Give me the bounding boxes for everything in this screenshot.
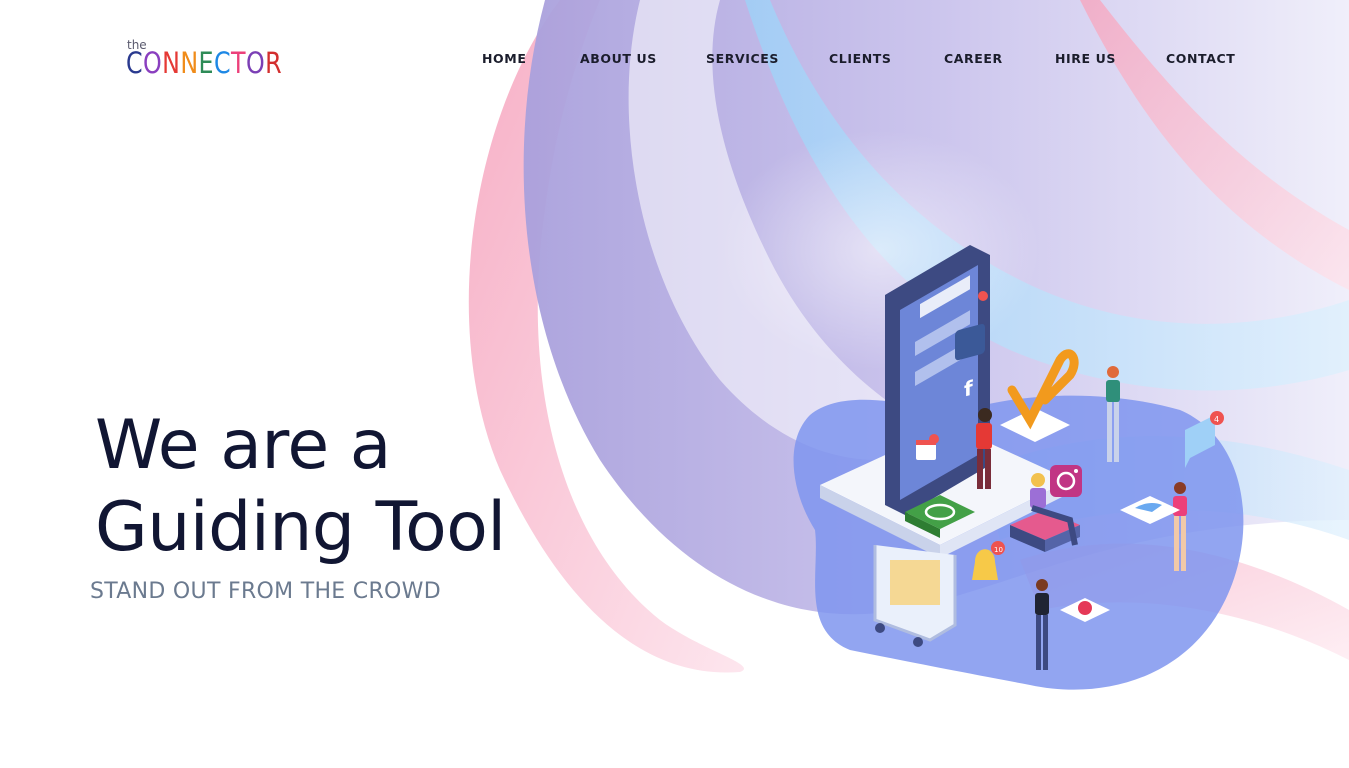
logo-letter: N [180, 46, 199, 80]
social-media-illustration: f 10 4 [793, 245, 1244, 690]
logo-letter: O [143, 46, 163, 80]
nav-item-contact[interactable]: CONTACT [1166, 51, 1235, 66]
brand-logo[interactable]: the CONNECTOR [126, 38, 282, 82]
nav-item-home[interactable]: HOME [482, 51, 526, 66]
hero-title-line-1: We are a [95, 406, 391, 485]
hero-title-line-2: Guiding Tool [95, 488, 506, 567]
logo-letter: R [265, 46, 283, 80]
logo-letter: E [198, 46, 214, 80]
instagram-icon [1050, 465, 1082, 497]
nav-item-hire-us[interactable]: HIRE US [1055, 51, 1116, 66]
logo-letter: T [231, 46, 246, 80]
logo-letter: N [162, 46, 181, 80]
logo-letter: C [213, 46, 232, 80]
hero-section: We are a Guiding Tool STAND OUT FROM THE… [90, 405, 506, 604]
site-header: the CONNECTOR HOME ABOUT US SERVICES CLI… [0, 0, 1349, 110]
hero-title: We are a Guiding Tool [95, 405, 506, 569]
logo-letter: C [126, 46, 144, 80]
nav-item-clients[interactable]: CLIENTS [829, 51, 892, 66]
bell-badge-count: 10 [994, 546, 1003, 554]
nav-item-services[interactable]: SERVICES [706, 51, 779, 66]
svg-text:f: f [964, 375, 974, 401]
nav-item-career[interactable]: CAREER [944, 51, 1003, 66]
logo-letter: O [245, 46, 266, 80]
logo-wordmark: CONNECTOR [126, 46, 282, 80]
chat-badge-count: 4 [1214, 415, 1219, 424]
hero-subtitle: STAND OUT FROM THE CROWD [90, 579, 441, 604]
nav-item-about-us[interactable]: ABOUT US [580, 51, 657, 66]
